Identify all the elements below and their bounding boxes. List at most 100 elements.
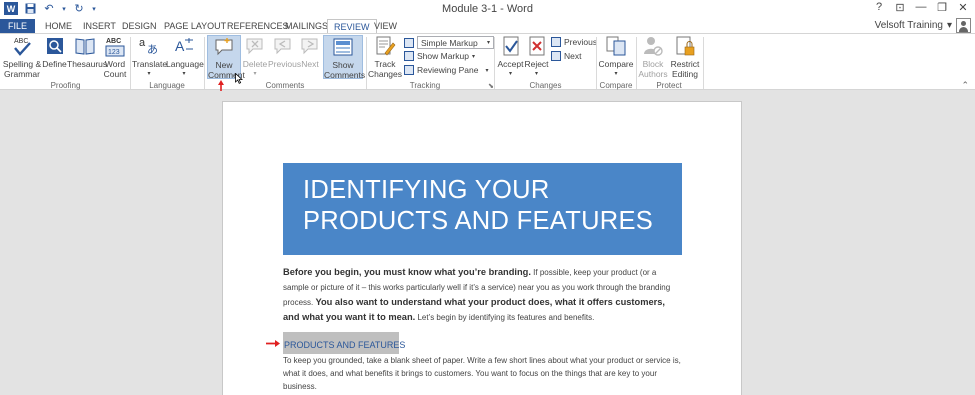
spelling-grammar-button[interactable]: ABC Spelling & Grammar: [2, 35, 42, 79]
compare-button[interactable]: Compare ▾: [598, 35, 634, 79]
group-divider: [703, 37, 704, 89]
language-button[interactable]: A Language ▾: [166, 35, 204, 79]
ribbon-tabs: FILE HOME INSERT DESIGN PAGE LAYOUT REFE…: [0, 18, 975, 34]
chevron-down-icon: ▾: [471, 53, 475, 60]
tracking-group-label: Tracking: [409, 81, 441, 90]
define-label: Define: [42, 59, 67, 69]
thesaurus-book-icon: [67, 35, 102, 57]
block-authors-icon: [637, 35, 669, 57]
next-comment-button[interactable]: Next: [299, 35, 321, 79]
title-banner: IDENTIFYING YOUR PRODUCTS AND FEATURES: [283, 163, 682, 255]
svg-text:ABC: ABC: [14, 38, 28, 45]
previous-change-label: Previous: [564, 37, 598, 47]
next-change-icon: [551, 51, 561, 61]
annotation-arrow-right-icon: [266, 340, 280, 347]
compare-icon: [598, 35, 634, 57]
intro-paragraph: Before you begin, you must know what you…: [283, 265, 683, 325]
svg-text:あ: あ: [147, 43, 158, 56]
chevron-down-icon: ▾: [946, 20, 952, 31]
next-change-label: Next: [564, 51, 582, 61]
group-divider: [204, 37, 205, 89]
show-comments-button[interactable]: Show Comments: [323, 35, 366, 80]
new-comment-label-1: New: [215, 60, 233, 70]
next-comment-icon: [299, 35, 321, 57]
tab-view[interactable]: VIEW: [368, 19, 403, 33]
delete-comment-button[interactable]: Delete ▾: [242, 35, 268, 79]
collapse-ribbon-icon[interactable]: ⌃: [961, 80, 969, 91]
new-comment-icon: [208, 36, 240, 58]
previous-label: Previous: [268, 59, 302, 69]
chevron-down-icon: ▾: [253, 71, 257, 77]
translate-label: Translate: [132, 59, 168, 69]
proofing-group-label: Proofing: [50, 81, 81, 90]
show-comments-icon: [324, 36, 362, 58]
spelling-label-2: Grammar: [4, 69, 40, 79]
reviewing-pane-icon: [404, 65, 414, 75]
tab-design[interactable]: DESIGN: [116, 19, 163, 33]
window-title: Module 3-1 - Word: [442, 3, 533, 15]
previous-change-button[interactable]: Previous: [551, 37, 597, 47]
svg-text:a: a: [139, 37, 146, 49]
mouse-pointer-icon: [235, 73, 243, 84]
spelling-label-1: Spelling &: [2, 59, 42, 69]
next-change-button[interactable]: Next: [551, 51, 581, 61]
help-button[interactable]: ?: [873, 1, 885, 14]
reject-button[interactable]: Reject ▾: [524, 35, 549, 79]
body-paragraph: To keep you grounded, take a blank sheet…: [283, 356, 681, 391]
section-heading: PRODUCTS AND FEATURES: [283, 332, 405, 354]
block-authors-label-2: Authors: [638, 69, 668, 79]
translate-button[interactable]: aあ Translate ▾: [132, 35, 168, 79]
maximize-button[interactable]: ❐: [936, 1, 948, 14]
accept-button[interactable]: Accept ▾: [497, 35, 524, 79]
minimize-button[interactable]: —: [915, 1, 927, 14]
show-comments-label-1: Show: [332, 60, 354, 70]
show-comments-label-2: Comments: [324, 70, 366, 80]
ribbon-display-options-button[interactable]: ⊡: [894, 1, 906, 14]
show-markup-button[interactable]: Show Markup ▾: [404, 51, 475, 61]
tab-file[interactable]: FILE: [0, 19, 35, 33]
document-area: IDENTIFYING YOUR PRODUCTS AND FEATURES B…: [0, 91, 975, 395]
chevron-down-icon: ▾: [182, 71, 186, 77]
previous-comment-button[interactable]: Previous: [268, 35, 302, 79]
delete-label: Delete: [242, 59, 268, 69]
translate-icon: aあ: [132, 35, 166, 57]
language-group-label: Language: [149, 81, 185, 90]
next-label: Next: [301, 59, 319, 69]
tab-mailings[interactable]: MAILINGS: [279, 19, 334, 33]
word-count-button[interactable]: ABC 123 Word Count: [102, 35, 128, 79]
word-count-label-1: Word: [104, 59, 126, 69]
display-for-review-value: Simple Markup: [421, 37, 478, 48]
block-authors-button[interactable]: Block Authors: [637, 35, 669, 79]
restrict-editing-icon: [669, 35, 701, 57]
window-controls: ? ⊡ — ❐ ✕: [873, 1, 969, 14]
tracking-dialog-launcher-icon[interactable]: ⬊: [488, 82, 494, 90]
chevron-down-icon: ▾: [147, 71, 151, 77]
restrict-editing-button[interactable]: Restrict Editing: [669, 35, 701, 79]
track-changes-button[interactable]: Track Changes: [367, 35, 403, 79]
define-button[interactable]: Define: [42, 35, 67, 79]
restrict-editing-label-2: Editing: [672, 69, 698, 79]
svg-text:123: 123: [108, 49, 120, 56]
display-for-review-row: Simple Markup ▾: [404, 36, 494, 49]
banner-title-line-2: PRODUCTS AND FEATURES: [303, 207, 654, 235]
banner-title-line-1: IDENTIFYING YOUR: [303, 176, 550, 204]
user-name: Velsoft Training: [874, 20, 943, 31]
reviewing-pane-button[interactable]: Reviewing Pane ▾: [404, 65, 488, 75]
delete-comment-icon: [242, 35, 268, 57]
language-label: Language: [166, 59, 204, 69]
reject-icon: [524, 35, 549, 57]
spelling-check-icon: ABC: [2, 35, 42, 57]
chevron-down-icon: ▾: [508, 71, 512, 77]
restrict-editing-label-1: Restrict: [670, 59, 700, 69]
user-account[interactable]: Velsoft Training ▾: [875, 18, 971, 33]
tab-home[interactable]: HOME: [39, 19, 78, 33]
define-icon: [42, 35, 67, 57]
chevron-down-icon: ▾: [485, 67, 489, 74]
title-bar: W ↶ ▾ ↻ ▾ Module 3-1 - Word ? ⊡ — ❐ ✕: [0, 0, 975, 18]
display-for-review-select[interactable]: Simple Markup ▾: [417, 36, 494, 49]
accept-label: Accept: [497, 59, 524, 69]
thesaurus-button[interactable]: Thesaurus: [67, 35, 107, 79]
document-page[interactable]: IDENTIFYING YOUR PRODUCTS AND FEATURES B…: [222, 101, 742, 395]
markup-icon: [404, 37, 414, 48]
close-button[interactable]: ✕: [957, 1, 969, 14]
